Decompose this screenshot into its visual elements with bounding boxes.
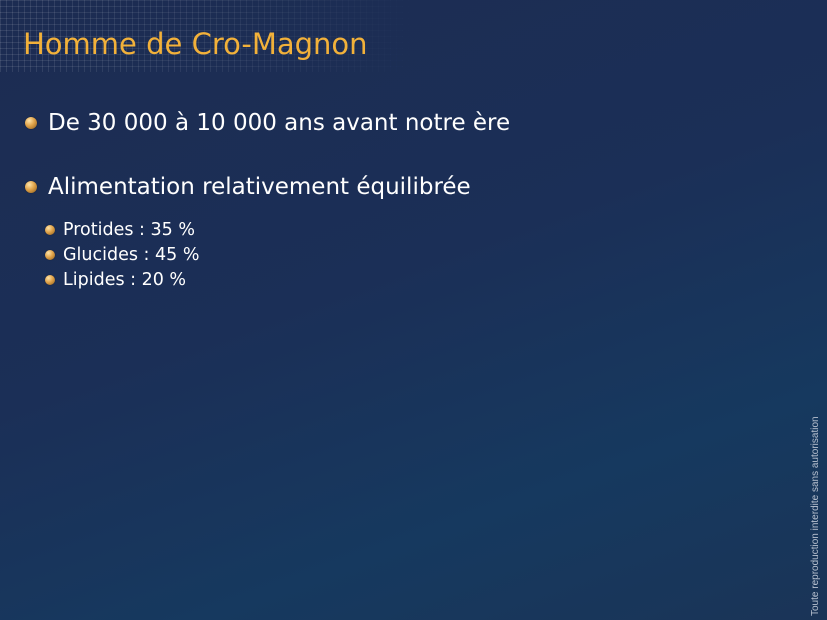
bullet-item-period: De 30 000 à 10 000 ans avant notre ère [25,110,510,136]
sub-bullet-lipides: Lipides : 20 % [45,270,186,290]
bullet-dot-icon [45,225,55,235]
bullet-dot-icon [45,275,55,285]
sub-bullet-protides: Protides : 35 % [45,220,195,240]
bullet-dot-icon [25,117,37,129]
sub-bullet-text: Protides : 35 % [63,220,195,240]
sub-bullet-text: Lipides : 20 % [63,270,187,290]
copyright-notice: Toute reproduction interdite sans autori… [810,416,821,616]
bullet-item-diet: Alimentation relativement équilibrée [25,174,471,200]
sub-bullet-glucides: Glucides : 45 % [45,245,199,265]
slide-title: Homme de Cro-Magnon [23,27,368,61]
bullet-text: Alimentation relativement équilibrée [48,174,471,200]
bullet-dot-icon [25,181,37,193]
slide: Homme de Cro-Magnon De 30 000 à 10 000 a… [0,0,827,620]
sub-bullet-text: Glucides : 45 % [63,245,200,265]
bullet-text: De 30 000 à 10 000 ans avant notre ère [48,110,511,136]
bullet-dot-icon [45,250,55,260]
